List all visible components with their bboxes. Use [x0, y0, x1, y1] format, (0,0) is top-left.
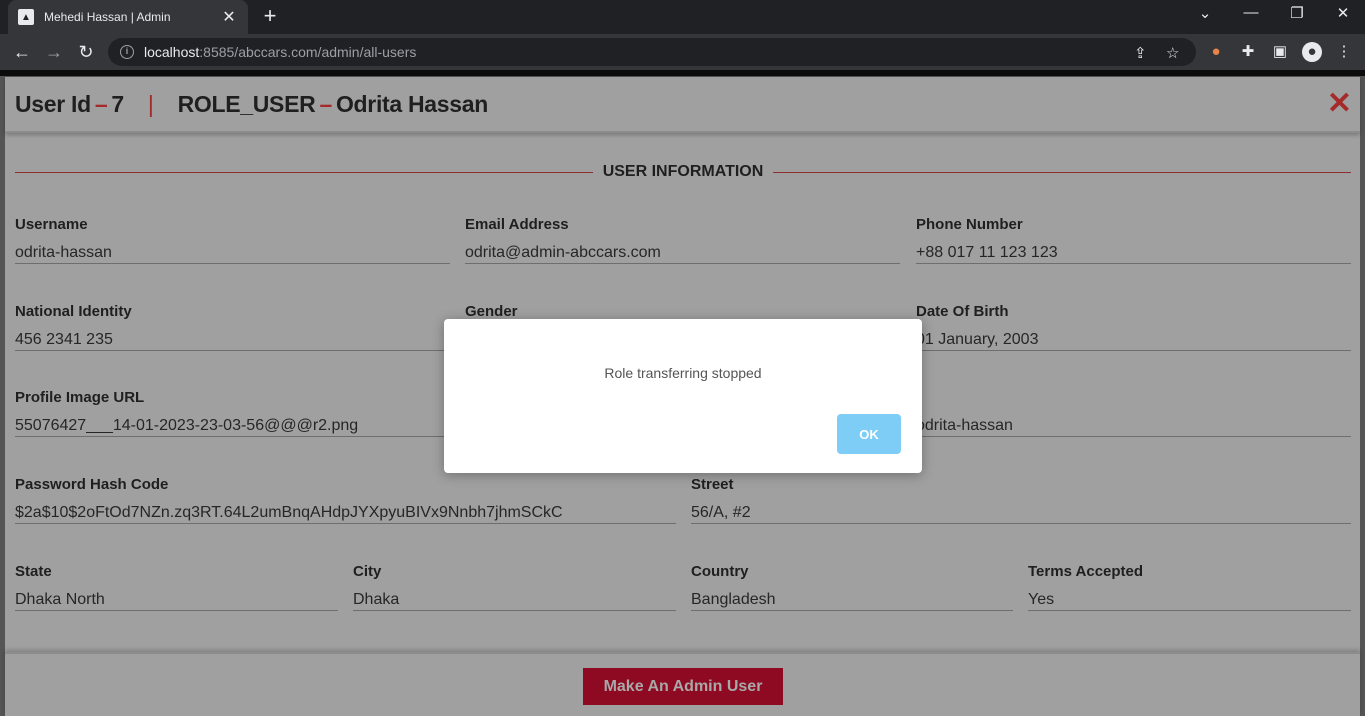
- phone-field: Phone Number +88 017 11 123 123: [916, 216, 1351, 264]
- new-tab-icon[interactable]: +: [258, 5, 282, 29]
- password-hash-field: Password Hash Code $2a$10$2oFtOd7NZn.zq3…: [15, 476, 676, 524]
- city-value[interactable]: Dhaka: [353, 583, 676, 611]
- extensions-puzzle-icon[interactable]: ✚: [1238, 42, 1258, 62]
- username-field: Username odrita-hassan: [15, 216, 450, 264]
- terms-field: Terms Accepted Yes: [1028, 563, 1351, 611]
- email-label: Email Address: [465, 216, 569, 233]
- alert-message: Role transferring stopped: [604, 365, 762, 381]
- partially-hidden-value[interactable]: odrita-hassan: [916, 409, 1351, 437]
- alert-dialog: Role transferring stopped OK: [444, 319, 922, 473]
- dob-label: Date Of Birth: [916, 303, 1009, 320]
- chrome-menu-icon[interactable]: ⋮: [1334, 42, 1354, 62]
- country-value[interactable]: Bangladesh: [691, 583, 1013, 611]
- country-field: Country Bangladesh: [691, 563, 1013, 611]
- dob-value[interactable]: 01 January, 2003: [916, 323, 1351, 351]
- back-arrow-icon[interactable]: ←: [10, 40, 34, 64]
- profile-image-field: Profile Image URL 55076427___14-01-2023-…: [15, 389, 450, 437]
- url-host: localhost: [144, 44, 200, 60]
- state-value[interactable]: Dhaka North: [15, 583, 338, 611]
- state-field: State Dhaka North: [15, 563, 338, 611]
- tab-title: Mehedi Hassan | Admin: [44, 10, 171, 24]
- share-icon[interactable]: ⇪: [1134, 44, 1147, 62]
- browser-tab[interactable]: ▲ Mehedi Hassan | Admin ✕: [8, 0, 248, 34]
- user-role: ROLE_USER: [177, 91, 316, 117]
- email-value[interactable]: odrita@admin-abccars.com: [465, 236, 900, 264]
- make-admin-button[interactable]: Make An Admin User: [583, 668, 783, 705]
- national-id-label: National Identity: [15, 303, 132, 320]
- site-favicon-icon: ▲: [18, 9, 34, 25]
- bookmark-star-icon[interactable]: ☆: [1166, 44, 1179, 62]
- url-path: :8585/abccars.com/admin/all-users: [199, 44, 417, 60]
- street-value[interactable]: 56/A, #2: [691, 496, 1351, 524]
- country-label: Country: [691, 563, 749, 580]
- username-value[interactable]: odrita-hassan: [15, 236, 450, 264]
- modal-header: User Id –7 | ROLE_USER – Odrita Hassan ✕: [5, 77, 1360, 133]
- street-field: Street 56/A, #2: [691, 476, 1351, 524]
- password-hash-value[interactable]: $2a$10$2oFtOd7NZn.zq3RT.64L2umBnqAHdpJYX…: [15, 496, 676, 524]
- section-title: USER INFORMATION: [15, 163, 1351, 181]
- phone-value[interactable]: +88 017 11 123 123: [916, 236, 1351, 264]
- terms-value[interactable]: Yes: [1028, 583, 1351, 611]
- restore-icon[interactable]: ❐: [1284, 4, 1310, 22]
- forward-arrow-icon[interactable]: →: [42, 40, 66, 64]
- password-hash-label: Password Hash Code: [15, 476, 169, 493]
- window-close-icon[interactable]: ✕: [1330, 4, 1356, 22]
- browser-toolbar: ← → ↻ i localhost:8585/abccars.com/admin…: [0, 34, 1365, 70]
- minimize-icon[interactable]: —: [1238, 4, 1264, 21]
- dob-field: Date Of Birth 01 January, 2003: [916, 303, 1351, 351]
- phone-label: Phone Number: [916, 216, 1023, 233]
- title-dash: –: [94, 91, 108, 117]
- modal-close-icon[interactable]: ✕: [1327, 89, 1352, 119]
- profile-image-value[interactable]: 55076427___14-01-2023-23-03-56@@@r2.png: [15, 409, 450, 437]
- national-id-value[interactable]: 456 2341 235: [15, 323, 450, 351]
- terms-label: Terms Accepted: [1028, 563, 1144, 580]
- partially-hidden-label: [916, 389, 1351, 409]
- city-field: City Dhaka: [353, 563, 676, 611]
- user-id-label: User Id: [15, 91, 91, 117]
- title-dash: –: [319, 91, 332, 117]
- user-id-value: 7: [111, 91, 124, 117]
- email-field: Email Address odrita@admin-abccars.com: [465, 216, 900, 264]
- user-full-name: Odrita Hassan: [335, 91, 488, 117]
- tab-close-icon[interactable]: ✕: [220, 7, 238, 27]
- side-panel-icon[interactable]: ▣: [1270, 42, 1290, 62]
- profile-avatar-icon[interactable]: ●: [1302, 42, 1322, 62]
- tab-search-chevron-icon[interactable]: ⌄: [1192, 4, 1218, 22]
- alert-ok-button[interactable]: OK: [837, 414, 901, 454]
- modal-footer: Make An Admin User: [5, 652, 1360, 716]
- page-top-strip: [0, 70, 1365, 76]
- state-label: State: [15, 563, 52, 580]
- site-info-icon[interactable]: i: [120, 45, 134, 59]
- partially-hidden-field: odrita-hassan: [916, 389, 1351, 437]
- profile-image-label: Profile Image URL: [15, 389, 145, 406]
- username-label: Username: [15, 216, 88, 233]
- title-separator: |: [147, 91, 154, 117]
- address-bar[interactable]: i localhost:8585/abccars.com/admin/all-u…: [108, 38, 1196, 66]
- section-divider: USER INFORMATION: [15, 163, 1351, 183]
- reload-icon[interactable]: ↻: [74, 40, 98, 64]
- modal-title: User Id –7 | ROLE_USER – Odrita Hassan: [15, 91, 488, 118]
- browser-tab-bar: ▲ Mehedi Hassan | Admin ✕ + ⌄ — ❐ ✕: [0, 0, 1365, 34]
- city-label: City: [353, 563, 382, 580]
- cookie-icon[interactable]: ●: [1206, 42, 1226, 62]
- national-id-field: National Identity 456 2341 235: [15, 303, 450, 351]
- street-label: Street: [691, 476, 734, 493]
